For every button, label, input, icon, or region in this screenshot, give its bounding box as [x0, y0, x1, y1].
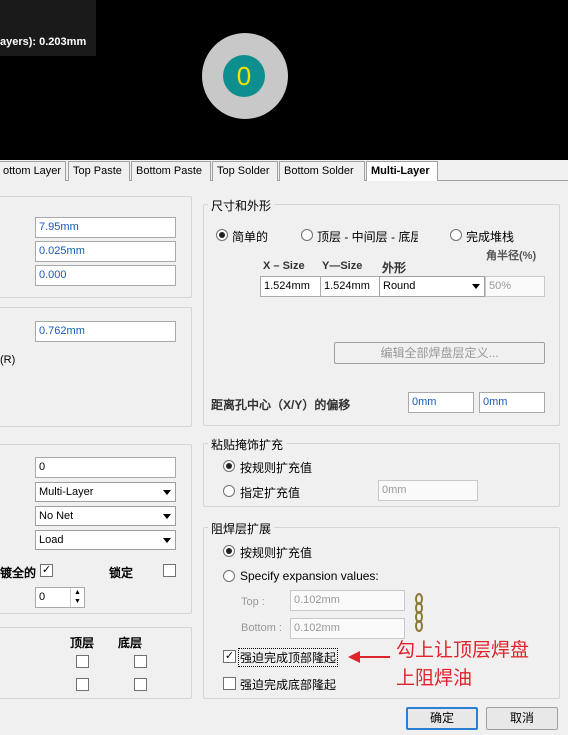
locked-checkbox[interactable] [163, 564, 176, 577]
force-bottom-tented-label: 强迫完成底部隆起 [240, 678, 337, 692]
ok-button[interactable]: 确定 [406, 707, 478, 730]
slot-length-field[interactable]: 0.762mm [35, 321, 176, 342]
top-mid-bottom-label: 顶层 - 中间层 - 底层 [317, 230, 418, 244]
size-shape-title: 尺寸和外形 [208, 197, 275, 214]
force-top-tented-checkbox[interactable]: ✓ [223, 650, 236, 663]
layer-tabs: ottom Layer Top Paste Bottom Paste Top S… [0, 160, 568, 181]
testpoint-group [0, 627, 192, 699]
paste-by-rule-radio[interactable] [223, 460, 235, 472]
corner-radius-field[interactable]: 50% [485, 276, 545, 297]
solder-top-label: Top : [241, 596, 265, 608]
paste-specify-label: 指定扩充值 [240, 486, 301, 500]
tab-bottom-paste[interactable]: Bottom Paste [131, 161, 211, 181]
simple-radio[interactable] [216, 229, 228, 241]
solder-bottom-field[interactable]: 0.102mm [290, 618, 405, 639]
tab-top-solder[interactable]: Top Solder [212, 161, 278, 181]
solder-specify-radio[interactable] [223, 570, 235, 582]
simple-label: 简单的 [232, 230, 269, 244]
x-size-header: X – Size [263, 260, 305, 272]
testpoint-fab-top-checkbox[interactable] [76, 655, 89, 668]
chevron-down-icon [163, 538, 171, 543]
tab-top-paste[interactable]: Top Paste [68, 161, 130, 181]
testpoint-fab-bottom-checkbox[interactable] [134, 655, 147, 668]
paste-value-field[interactable]: 0mm [378, 480, 478, 501]
force-bottom-tented-checkbox[interactable] [223, 677, 236, 690]
jumper-spinner[interactable]: ▲ ▼ [70, 588, 84, 607]
offset-y-field[interactable]: 0mm [479, 392, 545, 413]
solder-specify-label: Specify expansion values: [240, 569, 379, 583]
y-size-field[interactable]: 1.524mm [320, 276, 380, 297]
solder-by-rule-radio[interactable] [223, 545, 235, 557]
corner-radius-label: 角半径(%) [486, 250, 537, 262]
cancel-button[interactable]: 取消 [486, 707, 558, 730]
shape-select[interactable]: Round [379, 276, 485, 297]
solder-bottom-label: Bottom : [241, 622, 282, 634]
designator-field[interactable]: 0 [35, 457, 176, 478]
layer-select-value: Multi-Layer [39, 486, 94, 498]
arrow-left-icon [348, 651, 390, 663]
electrical-type-select[interactable]: Load [35, 530, 176, 550]
chevron-down-icon [163, 490, 171, 495]
pad-number: 0 [223, 55, 265, 97]
net-select[interactable]: No Net [35, 506, 176, 526]
solder-by-rule-label: 按规则扩充值 [240, 546, 313, 560]
electrical-type-value: Load [39, 534, 64, 546]
solder-mask-title: 阻焊层扩展 [208, 520, 275, 537]
tab-bottom-solder[interactable]: Bottom Solder [279, 161, 365, 181]
annotation-line-1: 勾上让顶层焊盘 [396, 640, 530, 661]
paste-by-rule-label: 按规则扩充值 [240, 461, 313, 475]
full-stack-radio[interactable] [450, 229, 462, 241]
x-size-field[interactable]: 1.524mm [260, 276, 321, 297]
tab-multi-layer[interactable]: Multi-Layer [366, 161, 438, 181]
top-mid-bottom-radio[interactable] [301, 229, 313, 241]
layer-select[interactable]: Multi-Layer [35, 482, 176, 502]
force-top-tented-label: 强迫完成顶部隆起 [238, 648, 339, 667]
testpoint-bottom-label: 底层 [118, 636, 143, 650]
annotation-line-2: 上阻焊油 [396, 668, 473, 689]
testpoint-top-label: 顶层 [70, 636, 95, 650]
locked-label: 锁定 [109, 566, 134, 580]
net-select-value: No Net [39, 510, 74, 522]
solder-top-field[interactable]: 0.102mm [290, 590, 405, 611]
y-size-header: Y—Size [322, 260, 363, 272]
chevron-down-icon [472, 284, 480, 289]
hole-tolerance-plus-field[interactable]: 0.025mm [35, 241, 176, 262]
plated-label: 镀全的 [0, 566, 37, 580]
paste-mask-title: 粘贴掩饰扩充 [208, 436, 287, 453]
paste-specify-radio[interactable] [223, 485, 235, 497]
chevron-down-icon [163, 514, 171, 519]
testpoint-assy-bottom-checkbox[interactable] [134, 678, 147, 691]
hole-size-field[interactable]: 7.95mm [35, 217, 176, 238]
layer-readout: ayers): 0.203mm [0, 36, 87, 48]
shape-header: 外形 [382, 261, 407, 275]
link-icon[interactable] [412, 592, 426, 634]
offset-x-field[interactable]: 0mm [408, 392, 474, 413]
hole-rotation-field[interactable]: 0.000 [35, 265, 176, 286]
offset-label: 距离孔中心（X/Y）的偏移 [211, 398, 351, 412]
full-stack-label: 完成堆栈 [466, 230, 515, 244]
tab-bottom-layer[interactable]: ottom Layer [0, 161, 66, 181]
plated-checkbox[interactable]: ✓ [40, 564, 53, 577]
rect-label: (R) [0, 354, 16, 366]
shape-select-value: Round [383, 280, 416, 292]
edit-all-layers-button[interactable]: 编辑全部焊盘层定义... [334, 342, 545, 364]
testpoint-assy-top-checkbox[interactable] [76, 678, 89, 691]
